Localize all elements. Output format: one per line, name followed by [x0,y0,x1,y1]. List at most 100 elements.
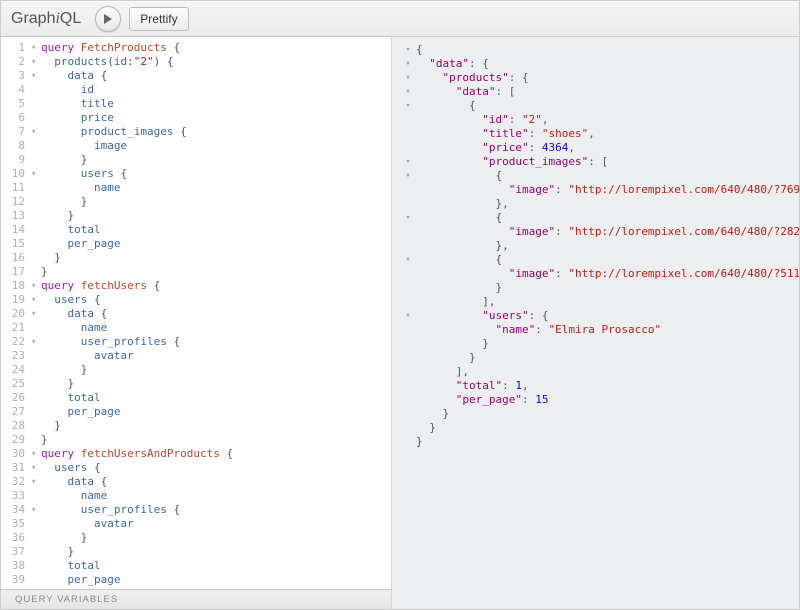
editor-line[interactable]: 38 total [1,559,391,573]
line-content: data { [41,307,391,321]
editor-line[interactable]: 11 name [1,181,391,195]
editor-line[interactable]: 30▾query fetchUsersAndProducts { [1,447,391,461]
line-number: 29 [1,433,31,447]
line-number: 7 [1,125,31,139]
line-content: id [41,83,391,97]
fold-arrow-icon[interactable]: ▾ [31,503,41,517]
editor-line[interactable]: 29} [1,433,391,447]
line-content: product_images { [41,125,391,139]
query-editor[interactable]: 1▾query FetchProducts {2▾ products(id:"2… [1,37,391,589]
editor-line[interactable]: 39 per_page [1,573,391,587]
editor-line[interactable]: 4 id [1,83,391,97]
editor-line[interactable]: 8 image [1,139,391,153]
editor-line[interactable]: 32▾ data { [1,475,391,489]
editor-line[interactable]: 19▾ users { [1,293,391,307]
content: 1▾query FetchProducts {2▾ products(id:"2… [1,37,799,609]
editor-line[interactable]: 23 avatar [1,349,391,363]
editor-line[interactable]: 40 [1,587,391,589]
editor-line[interactable]: 6 price [1,111,391,125]
fold-arrow-icon[interactable]: ▾ [31,125,41,139]
play-icon [103,14,113,24]
fold-arrow-icon[interactable]: ▾ [31,475,41,489]
result-line: } [416,281,799,295]
editor-line[interactable]: 21 name [1,321,391,335]
line-number: 14 [1,223,31,237]
editor-line[interactable]: 1▾query FetchProducts { [1,41,391,55]
fold-arrow-icon[interactable]: ▾ [402,309,414,323]
editor-line[interactable]: 16 } [1,251,391,265]
fold-arrow-icon[interactable]: ▾ [402,99,414,113]
editor-line[interactable]: 31▾ users { [1,461,391,475]
editor-line[interactable]: 3▾ data { [1,69,391,83]
line-number: 28 [1,419,31,433]
editor-line[interactable]: 22▾ user_profiles { [1,335,391,349]
result-pane[interactable]: ▾{▾ "data": {▾ "products": {▾ "data": [▾… [392,37,799,609]
line-content: name [41,321,391,335]
fold-arrow-icon[interactable]: ▾ [31,279,41,293]
line-content: total [41,223,391,237]
line-content: } [41,419,391,433]
editor-line[interactable]: 12 } [1,195,391,209]
line-number: 39 [1,573,31,587]
editor-line[interactable]: 24 } [1,363,391,377]
editor-line[interactable]: 33 name [1,489,391,503]
editor-line[interactable]: 20▾ data { [1,307,391,321]
fold-arrow-icon[interactable]: ▾ [31,55,41,69]
fold-arrow-icon[interactable]: ▾ [31,447,41,461]
fold-arrow-icon[interactable]: ▾ [31,461,41,475]
editor-line[interactable]: 2▾ products(id:"2") { [1,55,391,69]
result-line: "id": "2", [416,113,799,127]
line-content: "name": "Elmira Prosacco" [416,323,799,337]
editor-line[interactable]: 5 title [1,97,391,111]
line-number: 5 [1,97,31,111]
line-number: 34 [1,503,31,517]
fold-arrow-icon[interactable]: ▾ [402,155,414,169]
editor-line[interactable]: 34▾ user_profiles { [1,503,391,517]
fold-arrow-icon[interactable]: ▾ [31,41,41,55]
line-content: { [416,211,799,225]
fold-arrow-icon[interactable]: ▾ [402,85,414,99]
editor-line[interactable]: 13 } [1,209,391,223]
editor-line[interactable]: 18▾query fetchUsers { [1,279,391,293]
fold-arrow-icon[interactable]: ▾ [31,307,41,321]
fold-arrow-icon[interactable]: ▾ [31,69,41,83]
fold-arrow-icon[interactable]: ▾ [402,253,414,267]
editor-line[interactable]: 25 } [1,377,391,391]
editor-line[interactable]: 26 total [1,391,391,405]
fold-arrow-icon[interactable]: ▾ [402,211,414,225]
editor-line[interactable]: 36 } [1,531,391,545]
line-content: "products": { [416,71,799,85]
prettify-button[interactable]: Prettify [129,7,188,31]
line-content: } [41,531,391,545]
fold-arrow-icon[interactable]: ▾ [31,167,41,181]
line-content: ], [416,295,799,309]
result-line: ], [416,365,799,379]
line-content: } [41,265,391,279]
result-line: } [416,435,799,449]
editor-line[interactable]: 37 } [1,545,391,559]
line-content: "data": [ [416,85,799,99]
editor-line[interactable]: 28 } [1,419,391,433]
editor-line[interactable]: 35 avatar [1,517,391,531]
editor-line[interactable]: 10▾ users { [1,167,391,181]
editor-line[interactable]: 17} [1,265,391,279]
line-content: } [41,363,391,377]
line-content: per_page [41,237,391,251]
execute-button[interactable] [95,6,121,32]
editor-line[interactable]: 27 per_page [1,405,391,419]
fold-arrow-icon[interactable]: ▾ [402,169,414,183]
editor-line[interactable]: 15 per_page [1,237,391,251]
line-content: query FetchProducts { [41,41,391,55]
line-content: "title": "shoes", [416,127,799,141]
editor-line[interactable]: 7▾ product_images { [1,125,391,139]
fold-arrow-icon[interactable]: ▾ [402,71,414,85]
fold-arrow-icon[interactable]: ▾ [402,43,414,57]
fold-arrow-icon[interactable]: ▾ [402,57,414,71]
result-line: } [416,407,799,421]
line-number: 27 [1,405,31,419]
fold-arrow-icon[interactable]: ▾ [31,335,41,349]
fold-arrow-icon[interactable]: ▾ [31,293,41,307]
editor-line[interactable]: 9 } [1,153,391,167]
query-variables-bar[interactable]: QUERY VARIABLES [1,589,391,609]
editor-line[interactable]: 14 total [1,223,391,237]
